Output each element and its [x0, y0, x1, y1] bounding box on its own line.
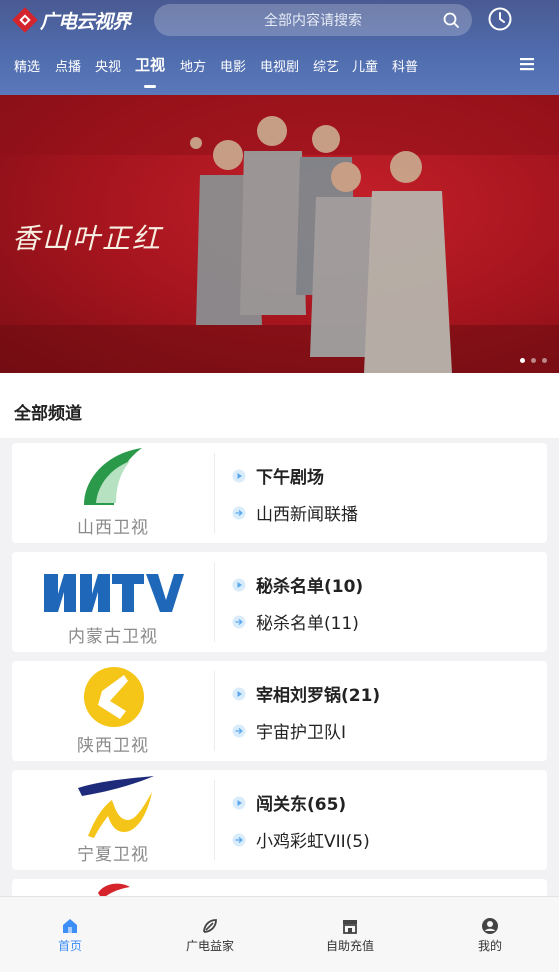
now-playing: 秘杀名单(10) — [232, 572, 363, 597]
play-circle-icon — [232, 687, 246, 700]
next-arrow-icon — [232, 506, 246, 519]
now-playing: 下午剧场 — [232, 463, 324, 488]
channel-name: 内蒙古卫视 — [68, 627, 158, 647]
carousel-dots — [520, 358, 547, 363]
tab-weishi[interactable]: 卫视 — [135, 54, 165, 75]
channel-logo: 内蒙古卫视 — [12, 552, 214, 652]
store-icon — [343, 920, 357, 934]
leaf-icon — [203, 919, 217, 933]
channel-logo: 山西卫视 — [12, 443, 214, 543]
next-playing: 秘杀名单(11) — [232, 609, 359, 634]
banner-title: 香山叶正红 — [12, 222, 163, 255]
tab-guangdian-yijia[interactable]: 广电益家 — [160, 917, 260, 954]
app-header: 广电云视界 全部内容请搜索 精选 点播 央视 卫视 地方 电影 电视剧 综艺 儿… — [0, 0, 559, 95]
hero-banner[interactable]: 香山叶正红 — [0, 95, 559, 373]
tab-kepu[interactable]: 科普 — [392, 56, 418, 75]
tab-zongyi[interactable]: 综艺 — [313, 56, 339, 75]
channel-card-shaanxi[interactable]: 陕西卫视 宰相刘罗锅(21) 宇宙护卫队I — [12, 661, 547, 761]
card-divider — [214, 671, 215, 751]
tab-home[interactable]: 首页 — [20, 917, 120, 954]
next-playing: 小鸡彩虹VII(5) — [232, 827, 370, 852]
channel-name: 宁夏卫视 — [77, 845, 149, 865]
search-bar[interactable]: 全部内容请搜索 — [154, 4, 472, 36]
tab-dianshiju[interactable]: 电视剧 — [260, 56, 299, 75]
section-title: 全部频道 — [14, 404, 82, 424]
search-icon[interactable] — [442, 11, 460, 29]
play-circle-icon — [232, 469, 246, 482]
channel-logo: 陕西卫视 — [12, 661, 214, 761]
bottom-tab-bar: 首页 广电益家 自助充值 我的 — [0, 896, 559, 972]
user-icon — [482, 918, 498, 934]
play-circle-icon — [232, 578, 246, 591]
card-divider — [214, 562, 215, 642]
channel-card-shanxi[interactable]: 山西卫视 下午剧场 山西新闻联播 — [12, 443, 547, 543]
channel-name: 陕西卫视 — [77, 736, 149, 756]
tab-dianbo[interactable]: 点播 — [55, 56, 81, 75]
next-program: 山西新闻联播 — [256, 505, 358, 525]
logo-icon — [12, 7, 38, 33]
tab-dianying[interactable]: 电影 — [220, 56, 246, 75]
next-program: 秘杀名单(11) — [256, 614, 359, 634]
next-program: 宇宙护卫队I — [256, 723, 347, 743]
now-program: 闯关东(65) — [256, 795, 347, 815]
search-placeholder: 全部内容请搜索 — [264, 13, 362, 29]
tab-label: 广电益家 — [185, 939, 234, 953]
now-playing: 闯关东(65) — [232, 790, 346, 815]
tab-label: 我的 — [477, 939, 502, 953]
now-playing: 宰相刘罗锅(21) — [232, 681, 380, 706]
tab-yangshi[interactable]: 央视 — [95, 56, 121, 75]
carousel-dot[interactable] — [531, 358, 536, 363]
tab-label: 自助充值 — [325, 939, 374, 953]
next-playing: 山西新闻联播 — [232, 500, 358, 525]
next-program: 小鸡彩虹VII(5) — [256, 832, 370, 852]
now-program: 下午剧场 — [256, 468, 324, 488]
now-program: 秘杀名单(10) — [256, 577, 364, 597]
channel-name: 山西卫视 — [77, 518, 149, 538]
next-arrow-icon — [232, 615, 246, 628]
tab-mine[interactable]: 我的 — [440, 917, 540, 954]
tab-difang[interactable]: 地方 — [180, 56, 206, 75]
tab-jingxuan[interactable]: 精选 — [14, 56, 40, 75]
next-arrow-icon — [232, 724, 246, 737]
menu-icon[interactable] — [520, 57, 534, 71]
top-bar: 广电云视界 全部内容请搜索 — [0, 0, 559, 44]
now-program: 宰相刘罗锅(21) — [256, 686, 381, 706]
tab-recharge[interactable]: 自助充值 — [300, 917, 400, 954]
carousel-dot[interactable] — [542, 358, 547, 363]
channel-card-ningxia[interactable]: 宁夏卫视 闯关东(65) 小鸡彩虹VII(5) — [12, 770, 547, 870]
tab-ertong[interactable]: 儿童 — [352, 56, 378, 75]
next-arrow-icon — [232, 833, 246, 846]
category-nav: 精选 点播 央视 卫视 地方 电影 电视剧 综艺 儿童 科普 — [0, 50, 559, 88]
card-divider — [214, 780, 215, 860]
section-header: 全部频道 — [0, 373, 559, 438]
channel-card-neimenggu[interactable]: 内蒙古卫视 秘杀名单(10) 秘杀名单(11) — [12, 552, 547, 652]
home-icon — [63, 919, 77, 933]
carousel-dot[interactable] — [520, 358, 525, 363]
play-circle-icon — [232, 796, 246, 809]
tab-label: 首页 — [57, 939, 82, 953]
card-divider — [214, 453, 215, 533]
active-tab-indicator — [144, 85, 156, 88]
next-playing: 宇宙护卫队I — [232, 718, 346, 743]
channel-logo: 宁夏卫视 — [12, 770, 214, 870]
app-logo[interactable]: 广电云视界 — [12, 6, 131, 34]
history-clock-icon[interactable] — [487, 6, 513, 32]
logo-text: 广电云视界 — [40, 10, 131, 33]
